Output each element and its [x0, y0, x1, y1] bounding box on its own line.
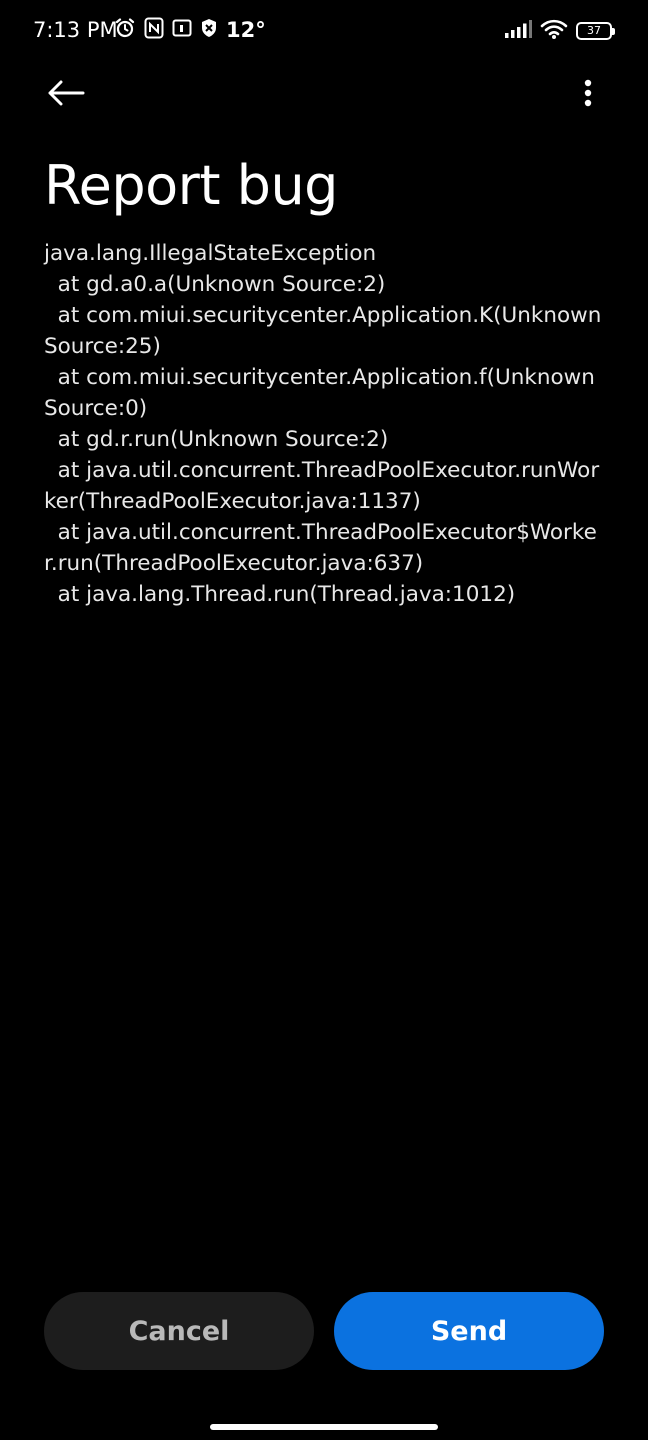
status-bar: 7:13 PM 12° 37 — [0, 0, 648, 62]
home-indicator[interactable] — [210, 1424, 438, 1430]
battery-icon: 37 — [576, 22, 615, 40]
status-time: 7:13 PM — [33, 18, 118, 42]
more-vertical-icon — [584, 79, 592, 112]
cancel-button[interactable]: Cancel — [44, 1292, 314, 1370]
send-button[interactable]: Send — [334, 1292, 604, 1370]
alarm-icon — [114, 17, 136, 44]
status-icons-right: 37 — [504, 18, 615, 44]
page-title: Report bug — [44, 154, 338, 217]
status-icons-left: 12° — [114, 17, 266, 43]
wifi-icon — [540, 19, 568, 44]
back-button[interactable] — [40, 72, 92, 118]
signal-icon — [504, 19, 532, 43]
status-temperature: 12° — [226, 18, 266, 42]
nfc-icon — [144, 17, 164, 44]
arrow-left-icon — [47, 80, 85, 111]
stack-trace-text: java.lang.IllegalStateException at gd.a0… — [44, 241, 602, 607]
more-options-button[interactable] — [568, 72, 608, 118]
calendar-icon — [172, 18, 192, 43]
shield-icon — [200, 18, 218, 43]
